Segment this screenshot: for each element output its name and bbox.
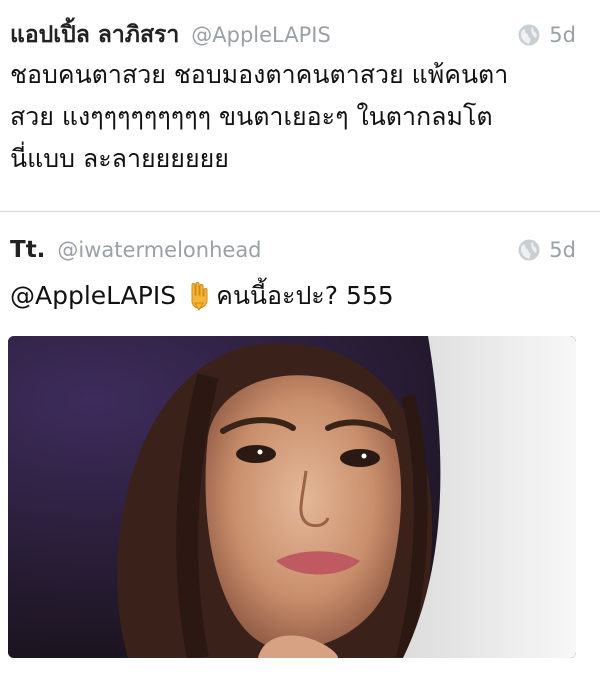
pointing-down-hand-icon (188, 281, 210, 312)
tweet-header: แอปเปิ้ล ลาภิสรา @AppleLAPIS 5d (10, 20, 576, 50)
tweet-meta: 5d (517, 238, 576, 262)
tweet-timestamp[interactable]: 5d (549, 238, 576, 262)
tweet-text-line: สวย แงๆๆๆๆๆๆๆๆๆ ขนตาเยอะๆ ในตากลมโต (10, 102, 493, 131)
globe-icon (517, 23, 541, 47)
display-name[interactable]: แอปเปิ้ล ลาภิสรา (10, 17, 179, 53)
tweet-text-line: ชอบคนตาสวย ชอบมองตาคนตาสวย แพ้คนตา (10, 60, 509, 89)
tweet-timestamp[interactable]: 5d (549, 23, 576, 47)
tweet-meta: 5d (517, 23, 576, 47)
tweet-text: ชอบคนตาสวย ชอบมองตาคนตาสวย แพ้คนตา สวย แ… (10, 54, 585, 180)
username-handle[interactable]: @AppleLAPIS (191, 23, 331, 47)
tweet-photo[interactable] (8, 336, 576, 658)
tweet-text-line: นี่แบบ ละลายยยยยย (10, 144, 229, 173)
tweet-1[interactable]: แอปเปิ้ล ลาภิสรา @AppleLAPIS 5d ชอบคนตาส… (0, 0, 600, 212)
tweet-header: Tt. @iwatermelonhead 5d (10, 235, 576, 265)
tweet-text-content: คนนี้อะปะ? 555 (216, 281, 394, 310)
mention-link[interactable]: @AppleLAPIS (10, 275, 176, 317)
tweet-2[interactable]: Tt. @iwatermelonhead 5d @AppleLAPIS คนนี… (0, 213, 600, 677)
tweet-text: @AppleLAPIS คนนี้อะปะ? 555 (10, 275, 585, 317)
tweet-divider (0, 211, 600, 212)
globe-icon (517, 238, 541, 262)
username-handle[interactable]: @iwatermelonhead (57, 238, 261, 262)
display-name[interactable]: Tt. (10, 237, 45, 263)
